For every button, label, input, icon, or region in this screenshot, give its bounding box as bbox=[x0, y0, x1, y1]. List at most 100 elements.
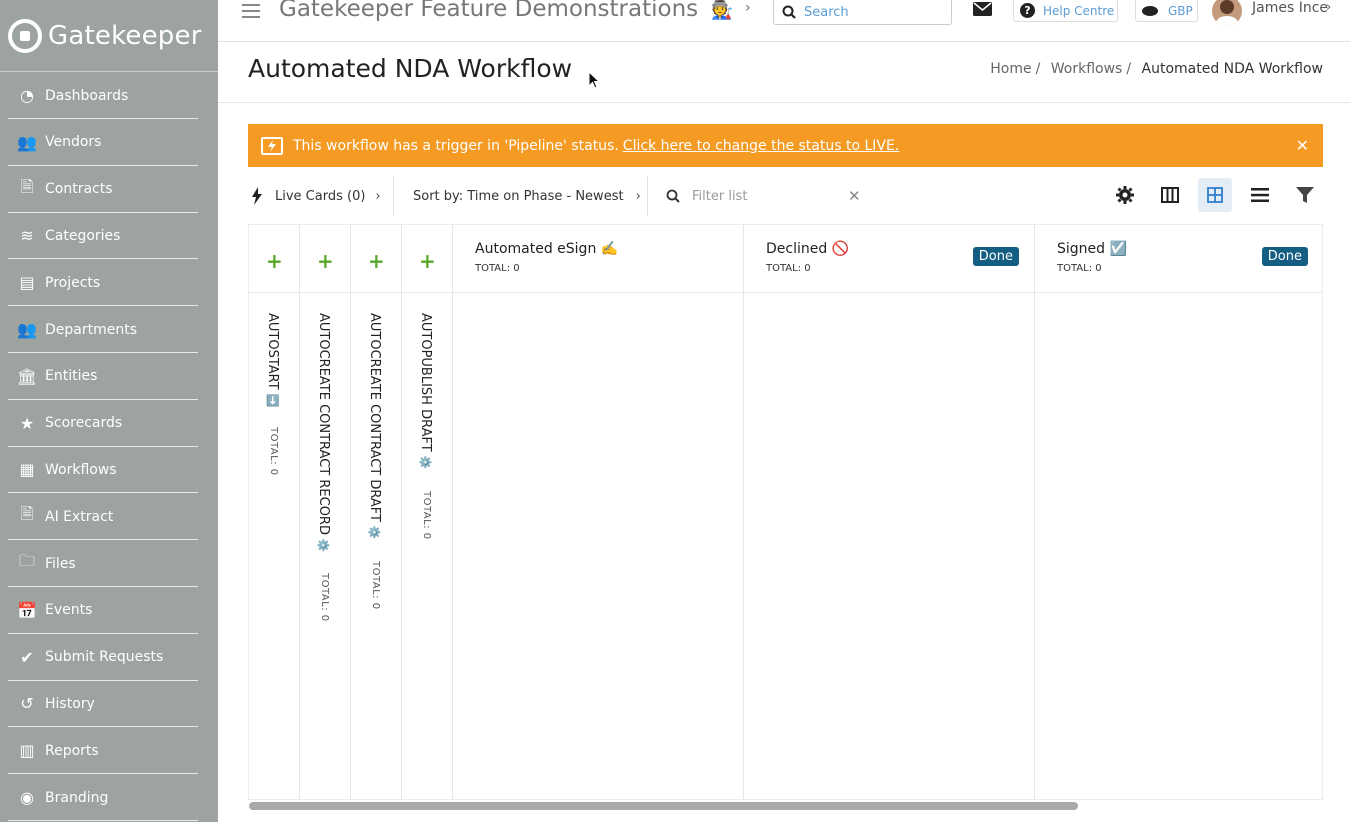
settings-gear-button[interactable] bbox=[1108, 178, 1142, 212]
sidebar-item-entities[interactable]: 🏛 Entities bbox=[8, 354, 198, 400]
filter-input[interactable] bbox=[692, 188, 842, 204]
departments-icon: 👥 bbox=[17, 320, 37, 339]
sort-button[interactable]: Sort by: Time on Phase - Newest › bbox=[394, 176, 648, 216]
bolt-icon bbox=[261, 136, 283, 155]
sidebar-item-label: Departments bbox=[45, 321, 138, 338]
sidebar-item-label: Submit Requests bbox=[45, 649, 164, 666]
sidebar-item-label: Entities bbox=[45, 368, 98, 385]
phase-header: Declined 🚫 TOTAL: 0 Done bbox=[744, 225, 1034, 293]
sidebar-item-dashboards[interactable]: ◔ Dashboards bbox=[8, 73, 198, 119]
branding-icon: ◉ bbox=[20, 788, 34, 807]
search-icon bbox=[666, 189, 680, 203]
filter-button[interactable] bbox=[1288, 178, 1322, 212]
horizontal-scrollbar[interactable] bbox=[249, 802, 1078, 810]
sidebar-item-scorecards[interactable]: ★ Scorecards bbox=[8, 401, 198, 447]
column-header-divider bbox=[249, 292, 454, 293]
events-icon: 📅 bbox=[17, 600, 37, 620]
sidebar-item-events[interactable]: 📅 Events bbox=[8, 588, 198, 634]
sidebar-item-label: History bbox=[45, 695, 95, 712]
breadcrumb: Home / Workflows / Automated NDA Workflow bbox=[990, 61, 1323, 77]
breadcrumb-workflows[interactable]: Workflows bbox=[1051, 61, 1123, 77]
phase-title: AUTOCREATE CONTRACT RECORD ⚙️ bbox=[316, 313, 331, 553]
sidebar-item-label: Categories bbox=[45, 227, 121, 244]
sidebar-item-label: Branding bbox=[45, 789, 109, 806]
live-cards-button[interactable]: Live Cards (0) › bbox=[248, 176, 394, 216]
currency-button[interactable]: GBP bbox=[1135, 0, 1198, 22]
change-status-link[interactable]: Click here to change the status to LIVE. bbox=[623, 138, 900, 154]
add-card-button[interactable]: + bbox=[317, 249, 334, 273]
sidebar-item-ai-extract[interactable]: 🗎 AI Extract bbox=[8, 494, 198, 541]
phase-emoji: ⚙️ bbox=[419, 455, 432, 470]
avatar[interactable] bbox=[1212, 0, 1242, 26]
phase-title: AUTOCREATE CONTRACT DRAFT ⚙️ bbox=[367, 313, 382, 540]
sidebar-item-branding[interactable]: ◉ Branding bbox=[8, 775, 198, 821]
pipeline-status-alert: This workflow has a trigger in 'Pipeline… bbox=[248, 124, 1323, 167]
entities-icon: 🏛 bbox=[16, 366, 38, 386]
sidebar-item-label: Reports bbox=[45, 742, 99, 759]
chevron-right-icon[interactable]: › bbox=[1326, 0, 1331, 15]
help-centre-button[interactable]: ? Help Centre bbox=[1013, 0, 1118, 22]
filter-box[interactable]: ✕ bbox=[648, 176, 873, 216]
sidebar-item-vendors[interactable]: 👥 Vendors bbox=[8, 120, 198, 166]
phase-title: Automated eSign ✍️ bbox=[475, 241, 619, 257]
sidebar-item-history[interactable]: ↺ History bbox=[8, 681, 198, 728]
sidebar-item-projects[interactable]: ▤ Projects bbox=[8, 260, 198, 307]
columns-view-button[interactable] bbox=[1153, 178, 1187, 212]
vendors-icon: 👥 bbox=[17, 132, 37, 152]
search-input[interactable] bbox=[804, 4, 944, 20]
alert-text: This workflow has a trigger in 'Pipeline… bbox=[293, 137, 619, 154]
categories-icon: ≋ bbox=[20, 226, 34, 246]
gatekeeper-logo-icon bbox=[8, 18, 42, 53]
coins-icon bbox=[1142, 5, 1158, 16]
chevron-right-icon[interactable]: › bbox=[745, 0, 751, 16]
scorecards-icon: ★ bbox=[19, 413, 35, 433]
breadcrumb-home[interactable]: Home bbox=[990, 61, 1031, 77]
add-card-button[interactable]: + bbox=[368, 249, 385, 273]
sidebar-item-contracts[interactable]: 🗎 Contracts bbox=[8, 167, 198, 213]
dashboard-icon: ◔ bbox=[20, 86, 34, 105]
submit-requests-icon: ✔ bbox=[20, 647, 34, 667]
phase-title: Signed ☑️ bbox=[1057, 241, 1127, 257]
phase-column: + AUTOSTART ➡️ TOTAL: 0 bbox=[249, 225, 300, 799]
phase-title: Declined 🚫 bbox=[766, 241, 850, 257]
add-card-button[interactable]: + bbox=[266, 249, 283, 273]
phase-total: TOTAL: 0 bbox=[1057, 263, 1102, 274]
logo-text: Gatekeeper bbox=[48, 20, 202, 51]
sidebar-item-reports[interactable]: ▥ Reports bbox=[8, 728, 198, 775]
phase-header: Signed ☑️ TOTAL: 0 Done bbox=[1035, 225, 1322, 293]
sidebar-item-workflows[interactable]: ▦ Workflows bbox=[8, 447, 198, 494]
phase-emoji: ⚙️ bbox=[317, 539, 330, 553]
bolt-icon bbox=[252, 187, 262, 205]
sidebar-item-label: Projects bbox=[45, 274, 101, 291]
app-title[interactable]: Gatekeeper Feature Demonstrations bbox=[279, 0, 698, 22]
user-name[interactable]: James Ince bbox=[1252, 0, 1328, 16]
sidebar-item-label: Scorecards bbox=[45, 415, 123, 432]
page-title: Automated NDA Workflow bbox=[248, 54, 573, 83]
breadcrumb-current: Automated NDA Workflow bbox=[1141, 61, 1323, 77]
add-card-button[interactable]: + bbox=[419, 249, 436, 273]
sidebar-item-submit-requests[interactable]: ✔ Submit Requests bbox=[8, 635, 198, 681]
logo[interactable]: Gatekeeper bbox=[0, 0, 218, 72]
list-view-button[interactable] bbox=[1243, 178, 1277, 212]
sidebar-item-label: Events bbox=[45, 602, 93, 619]
grid-view-button[interactable] bbox=[1198, 178, 1232, 212]
menu-toggle-icon[interactable] bbox=[242, 4, 260, 18]
files-icon: 🗀 bbox=[18, 551, 35, 570]
gear-icon bbox=[1116, 186, 1134, 204]
phase-total: TOTAL: 0 bbox=[421, 491, 432, 540]
sidebar-item-departments[interactable]: 👥 Departments bbox=[8, 307, 198, 353]
phase-title-text: AUTOPUBLISH DRAFT bbox=[418, 313, 433, 452]
mail-icon[interactable] bbox=[973, 2, 992, 16]
sidebar-item-categories[interactable]: ≋ Categories bbox=[8, 213, 198, 260]
sort-label: Sort by: Time on Phase - Newest bbox=[413, 188, 624, 204]
search-box[interactable] bbox=[773, 0, 952, 25]
list-icon bbox=[1251, 188, 1269, 202]
phase-total: TOTAL: 0 bbox=[766, 263, 811, 274]
sidebar-item-label: Vendors bbox=[45, 134, 102, 151]
phase-title: AUTOPUBLISH DRAFT ⚙️ bbox=[418, 313, 433, 469]
question-icon: ? bbox=[1020, 3, 1035, 18]
sidebar-item-files[interactable]: 🗀 Files bbox=[8, 541, 198, 587]
clear-filter-icon[interactable]: ✕ bbox=[848, 187, 861, 205]
phase-header: Automated eSign ✍️ TOTAL: 0 bbox=[453, 225, 743, 293]
close-icon[interactable]: ✕ bbox=[1296, 136, 1309, 155]
